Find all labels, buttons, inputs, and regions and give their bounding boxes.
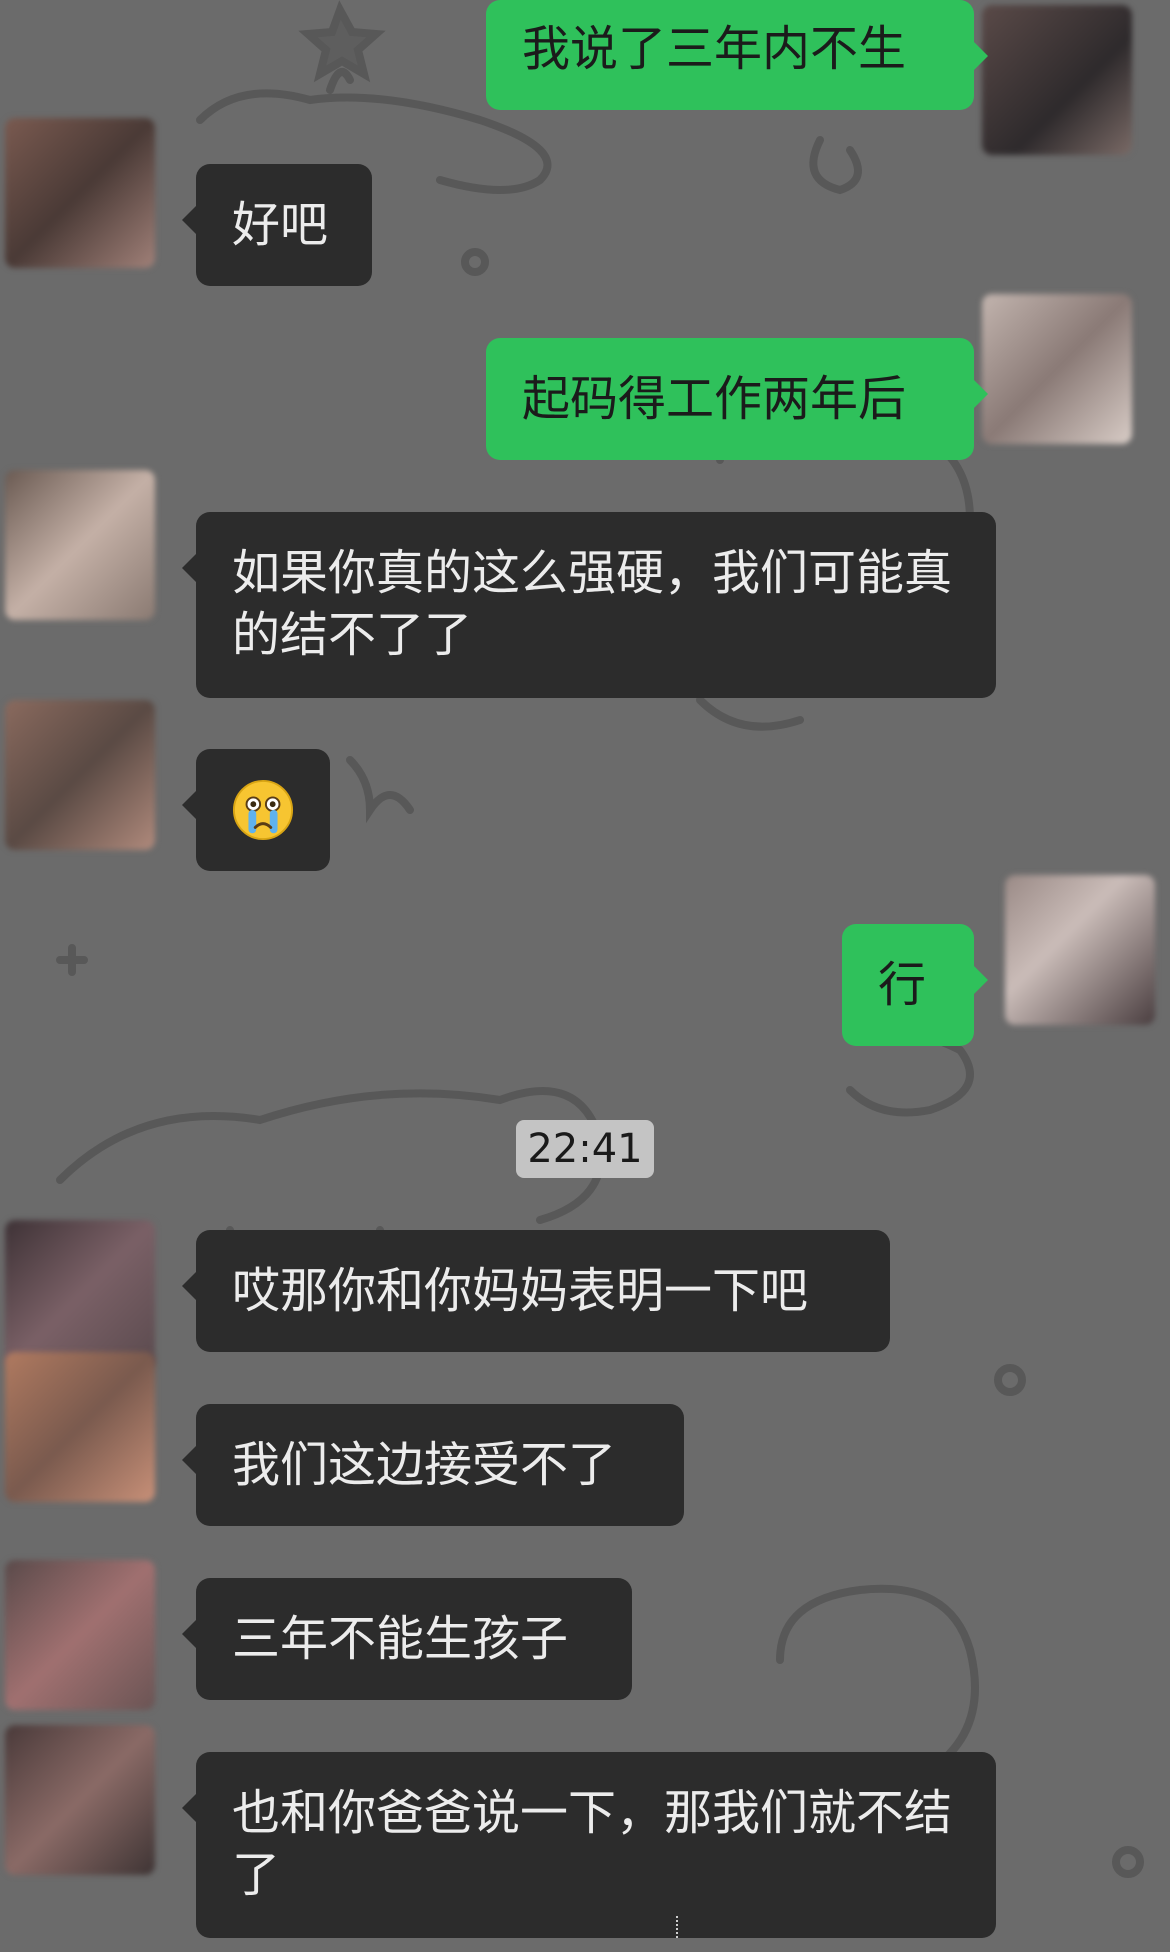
- incoming-avatar[interactable]: [5, 700, 155, 850]
- message-text: 三年不能生孩子: [232, 1611, 569, 1667]
- scroll-indicator: [676, 1916, 684, 1938]
- incoming-avatar[interactable]: [5, 1725, 155, 1875]
- message-bubble-outgoing[interactable]: 行: [842, 924, 988, 1046]
- message-bubble-incoming[interactable]: 好吧: [182, 164, 372, 286]
- message-text: 也和你爸爸说一下，那我们就不结了: [232, 1785, 953, 1903]
- message-bubble-incoming[interactable]: 也和你爸爸说一下，那我们就不结了: [182, 1752, 996, 1938]
- message-timestamp: 22:41: [516, 1120, 654, 1178]
- message-bubble-incoming[interactable]: [182, 749, 330, 871]
- incoming-avatar[interactable]: [5, 1352, 155, 1502]
- message-bubble-incoming[interactable]: 如果你真的这么强硬，我们可能真的结不了了: [182, 512, 996, 698]
- crying-face-icon: [232, 779, 294, 841]
- incoming-avatar[interactable]: [5, 470, 155, 620]
- incoming-avatar[interactable]: [5, 118, 155, 268]
- message-bubble-outgoing[interactable]: 起码得工作两年后: [486, 338, 988, 460]
- message-text: 好吧: [232, 197, 329, 253]
- message-text: 哎那你和你妈妈表明一下吧: [232, 1263, 809, 1319]
- incoming-avatar[interactable]: [5, 1220, 155, 1370]
- message-bubble-outgoing[interactable]: 我说了三年内不生: [486, 0, 988, 110]
- outgoing-avatar[interactable]: [982, 5, 1132, 155]
- outgoing-avatar[interactable]: [1005, 875, 1155, 1025]
- message-text: 行: [878, 957, 927, 1013]
- message-text: 我们这边接受不了: [232, 1437, 617, 1493]
- message-bubble-incoming[interactable]: 三年不能生孩子: [182, 1578, 632, 1700]
- incoming-avatar[interactable]: [5, 1560, 155, 1710]
- outgoing-avatar[interactable]: [982, 294, 1132, 444]
- message-text: 我说了三年内不生: [522, 21, 907, 77]
- message-text: 起码得工作两年后: [522, 371, 907, 427]
- message-text: 如果你真的这么强硬，我们可能真的结不了了: [232, 545, 953, 663]
- message-bubble-incoming[interactable]: 哎那你和你妈妈表明一下吧: [182, 1230, 890, 1352]
- message-bubble-incoming[interactable]: 我们这边接受不了: [182, 1404, 684, 1526]
